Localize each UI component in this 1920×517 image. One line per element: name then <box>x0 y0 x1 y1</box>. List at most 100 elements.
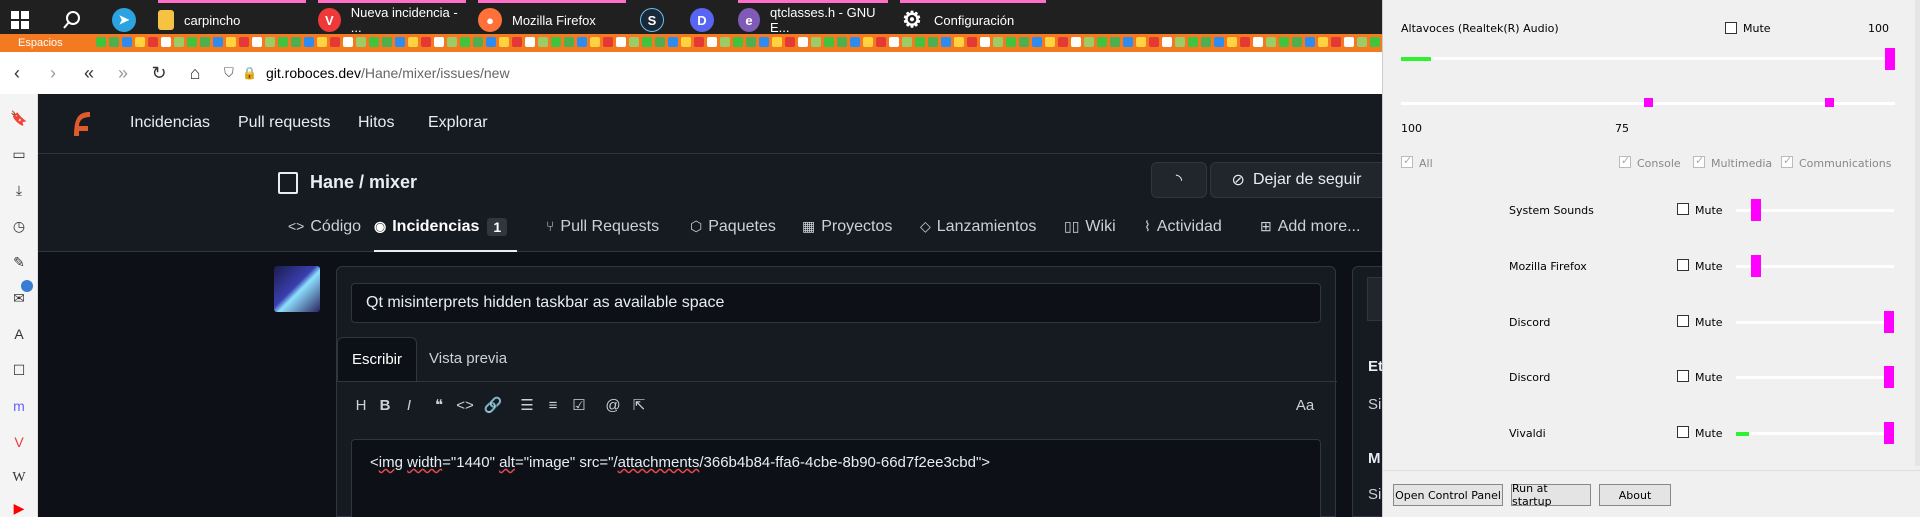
ordered-list-icon[interactable]: ≡ <box>543 396 563 416</box>
bookmark-favicon[interactable] <box>876 37 886 47</box>
translate-icon[interactable]: A <box>9 324 29 344</box>
session-volume-slider[interactable] <box>1736 376 1894 379</box>
bookmark-favicon[interactable] <box>1279 37 1289 47</box>
search-icon[interactable] <box>62 10 82 30</box>
bookmark-favicon[interactable] <box>200 37 210 47</box>
session-mute-checkbox[interactable] <box>1677 203 1689 215</box>
about-button[interactable]: About <box>1599 484 1671 506</box>
tab-preview[interactable]: Vista previa <box>415 337 521 381</box>
nav-issues[interactable]: Incidencias <box>130 114 210 132</box>
bookmark-favicon[interactable] <box>96 37 106 47</box>
bookmark-favicon[interactable] <box>616 37 626 47</box>
bookmark-favicon[interactable] <box>369 37 379 47</box>
bookmark-favicon[interactable] <box>759 37 769 47</box>
sidebar-dropdown[interactable] <box>1367 277 1383 321</box>
unordered-list-icon[interactable]: ☰ <box>517 396 537 416</box>
bookmark-favicon[interactable] <box>889 37 899 47</box>
bookmark-favicon[interactable] <box>993 37 1003 47</box>
bookmark-favicon[interactable] <box>473 37 483 47</box>
bookmark-favicon[interactable] <box>928 37 938 47</box>
tab-packages[interactable]: ⬡ Paquetes <box>690 218 776 252</box>
nav-pull-requests[interactable]: Pull requests <box>238 114 331 132</box>
back-icon[interactable]: ‹ <box>6 62 28 84</box>
bookmark-favicon[interactable] <box>720 37 730 47</box>
bookmark-favicon[interactable] <box>954 37 964 47</box>
bookmark-favicon[interactable] <box>941 37 951 47</box>
heading-icon[interactable]: H <box>351 396 371 416</box>
bookmark-favicon[interactable] <box>291 37 301 47</box>
tab-add-more[interactable]: ⊞ Add more... <box>1260 218 1360 252</box>
bookmark-favicon[interactable] <box>122 37 132 47</box>
bookmark-favicon[interactable] <box>1136 37 1146 47</box>
bookmark-favicon[interactable] <box>265 37 275 47</box>
bookmark-favicon[interactable] <box>577 37 587 47</box>
bookmark-favicon[interactable] <box>1370 37 1380 47</box>
bookmark-favicon[interactable] <box>824 37 834 47</box>
bookmark-favicon[interactable] <box>1006 37 1016 47</box>
code-icon[interactable]: <> <box>455 396 475 416</box>
bookmark-favicon[interactable] <box>499 37 509 47</box>
bookmark-favicon[interactable] <box>733 37 743 47</box>
filter-multimedia-checkbox[interactable] <box>1693 154 1705 168</box>
bookmark-favicon[interactable] <box>1123 37 1133 47</box>
device-mute-checkbox[interactable] <box>1725 22 1737 34</box>
bookmark-favicon[interactable] <box>1318 37 1328 47</box>
bookmark-favicon[interactable] <box>1019 37 1029 47</box>
quote-icon[interactable]: ❝ <box>429 396 449 416</box>
bookmark-favicon[interactable] <box>356 37 366 47</box>
run-at-startup-button[interactable]: Run at startup <box>1511 482 1591 508</box>
bookmark-favicon[interactable] <box>434 37 444 47</box>
bookmark-favicon[interactable] <box>1344 37 1354 47</box>
reading-list-icon[interactable]: ▭ <box>9 144 29 164</box>
windows-start-icon[interactable] <box>10 10 30 30</box>
task-list-icon[interactable]: ☑ <box>569 396 589 416</box>
bookmark-favicon[interactable] <box>447 37 457 47</box>
bookmark-favicon[interactable] <box>681 37 691 47</box>
chat-icon[interactable]: ☐ <box>9 360 29 380</box>
session-volume-thumb[interactable] <box>1884 311 1894 333</box>
tab-write[interactable]: Escribir <box>337 337 418 381</box>
session-volume-slider[interactable] <box>1736 321 1894 324</box>
master-volume-slider[interactable] <box>1401 57 1895 60</box>
tab-pull-requests[interactable]: ⑂ Pull Requests <box>546 218 659 252</box>
session-volume-slider[interactable] <box>1736 432 1894 435</box>
bookmark-favicon[interactable] <box>187 37 197 47</box>
bookmark-favicon[interactable] <box>1292 37 1302 47</box>
bookmark-favicon[interactable] <box>655 37 665 47</box>
bookmark-favicon[interactable] <box>1266 37 1276 47</box>
text-size-toggle[interactable]: Aa <box>1293 396 1317 416</box>
session-mute-checkbox[interactable] <box>1677 315 1689 327</box>
bookmark-favicon[interactable] <box>798 37 808 47</box>
bookmark-favicon[interactable] <box>421 37 431 47</box>
bookmark-favicon[interactable] <box>772 37 782 47</box>
bookmark-favicon[interactable] <box>629 37 639 47</box>
unwatch-button[interactable]: ⊘ Dejar de seguir <box>1210 162 1382 198</box>
session-mute-checkbox[interactable] <box>1677 370 1689 382</box>
wikipedia-icon[interactable]: W <box>9 468 29 488</box>
tab-projects[interactable]: ▦ Proyectos <box>802 218 892 252</box>
bookmark-favicon[interactable] <box>1097 37 1107 47</box>
bookmark-favicon[interactable] <box>382 37 392 47</box>
bookmark-favicon[interactable] <box>1084 37 1094 47</box>
mastodon-icon[interactable]: m <box>9 396 29 416</box>
fast-forward-icon[interactable]: » <box>112 62 134 84</box>
bookmark-favicon[interactable] <box>408 37 418 47</box>
vivaldi-icon[interactable]: V <box>9 432 29 452</box>
bookmark-favicon[interactable] <box>1201 37 1211 47</box>
bookmark-favicon[interactable] <box>1305 37 1315 47</box>
notes-icon[interactable]: ✎ <box>9 252 29 272</box>
bookmark-favicon[interactable] <box>525 37 535 47</box>
bookmark-favicon[interactable] <box>486 37 496 47</box>
rss-button[interactable]: ◝ <box>1151 162 1207 198</box>
nav-explore[interactable]: Explorar <box>428 114 488 132</box>
bookmark-favicon[interactable] <box>1032 37 1042 47</box>
bookmark-favicon[interactable] <box>746 37 756 47</box>
repo-title[interactable]: Hane / mixer <box>310 172 417 193</box>
bookmark-favicon[interactable] <box>304 37 314 47</box>
home-icon[interactable]: ⌂ <box>184 62 206 84</box>
tab-wiki[interactable]: ▯▯ Wiki <box>1064 218 1116 252</box>
tab-releases[interactable]: ◇ Lanzamientos <box>920 218 1036 252</box>
open-control-panel-button[interactable]: Open Control Panel <box>1393 484 1503 506</box>
bookmark-favicon[interactable] <box>174 37 184 47</box>
bookmark-favicon[interactable] <box>863 37 873 47</box>
